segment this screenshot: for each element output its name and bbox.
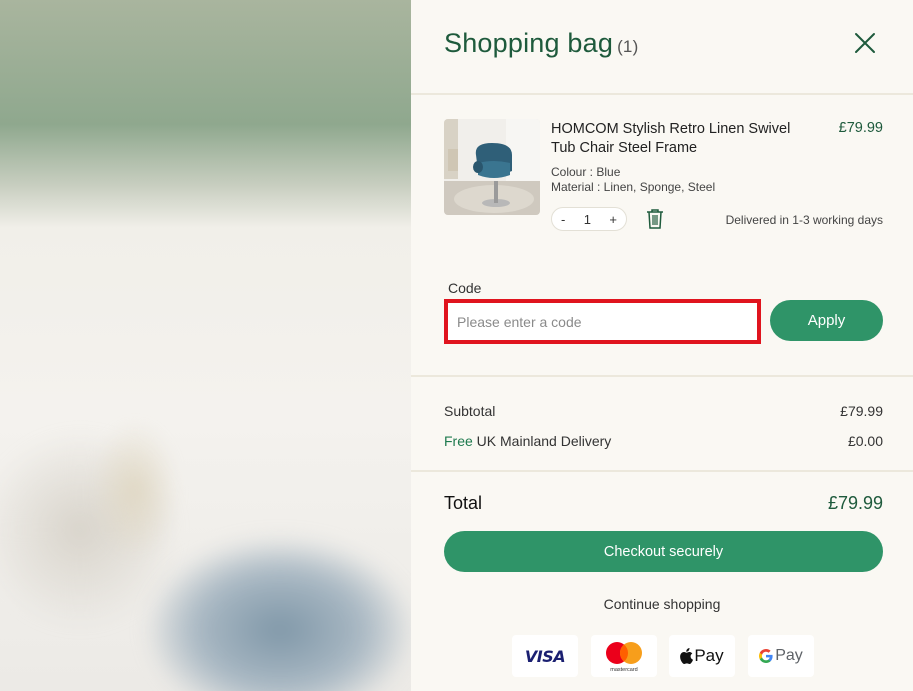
backdrop-shape [90, 420, 180, 560]
delivery-row: Free UK Mainland Delivery £0.00 [444, 433, 883, 449]
product-colour: Colour : Blue [551, 165, 621, 179]
quantity-stepper: - 1 + [551, 207, 627, 231]
apple-pay-logo: Pay [680, 646, 724, 666]
drawer-header: Shopping bag (1) [411, 0, 913, 95]
total-value: £79.99 [827, 493, 883, 513]
shopping-bag-drawer: Shopping bag (1) HOMCOM Stylish Retro Li… [411, 0, 913, 691]
product-thumbnail[interactable] [444, 119, 540, 215]
subtotal-label: Subtotal [444, 403, 496, 419]
delivery-estimate: Delivered in 1-3 working days [725, 213, 883, 227]
checkout-button[interactable]: Checkout securely [444, 531, 883, 572]
close-icon[interactable] [852, 30, 878, 56]
google-pay-text: Pay [775, 647, 803, 664]
divider [411, 470, 913, 472]
subtotal-value: £79.99 [840, 403, 883, 419]
decrease-quantity-button[interactable]: - [561, 212, 565, 227]
visa-logo-text: VISA [524, 646, 566, 666]
drawer-title-text: Shopping bag [444, 28, 614, 58]
delivery-label-group: Free UK Mainland Delivery [444, 433, 611, 449]
page-backdrop [0, 0, 411, 691]
code-label: Code [448, 280, 482, 296]
apple-icon [680, 648, 694, 664]
total-label: Total [444, 493, 483, 513]
mastercard-label: mastercard [610, 667, 638, 673]
apply-code-button[interactable]: Apply [770, 300, 883, 341]
apple-pay-text: Pay [694, 646, 724, 665]
apple-pay-badge: Pay [669, 635, 735, 677]
continue-shopping-link[interactable]: Continue shopping [411, 596, 913, 612]
total-row: Total £79.99 [444, 493, 883, 514]
bag-count: (1) [617, 37, 639, 56]
product-price: £79.99 [838, 120, 883, 136]
subtotal-row: Subtotal £79.99 [444, 403, 883, 419]
mastercard-badge: mastercard [591, 635, 657, 677]
google-g-icon [759, 649, 773, 663]
trash-icon[interactable] [646, 209, 664, 229]
delivery-label: UK Mainland Delivery [472, 433, 612, 449]
google-pay-logo: Pay [759, 647, 803, 665]
product-name[interactable]: HOMCOM Stylish Retro Linen Swivel Tub Ch… [551, 120, 791, 158]
visa-badge: VISA [512, 635, 578, 677]
backdrop-shape [150, 540, 410, 691]
google-pay-badge: Pay [748, 635, 814, 677]
quantity-value: 1 [583, 211, 591, 227]
free-delivery-tag: Free [444, 433, 473, 449]
increase-quantity-button[interactable]: + [609, 212, 617, 227]
product-material: Material : Linen, Sponge, Steel [551, 180, 716, 194]
promo-code-input[interactable] [444, 299, 761, 344]
delivery-value: £0.00 [847, 433, 883, 449]
mastercard-icon: mastercard [606, 642, 642, 673]
drawer-title: Shopping bag (1) [444, 28, 638, 59]
divider [411, 375, 913, 377]
